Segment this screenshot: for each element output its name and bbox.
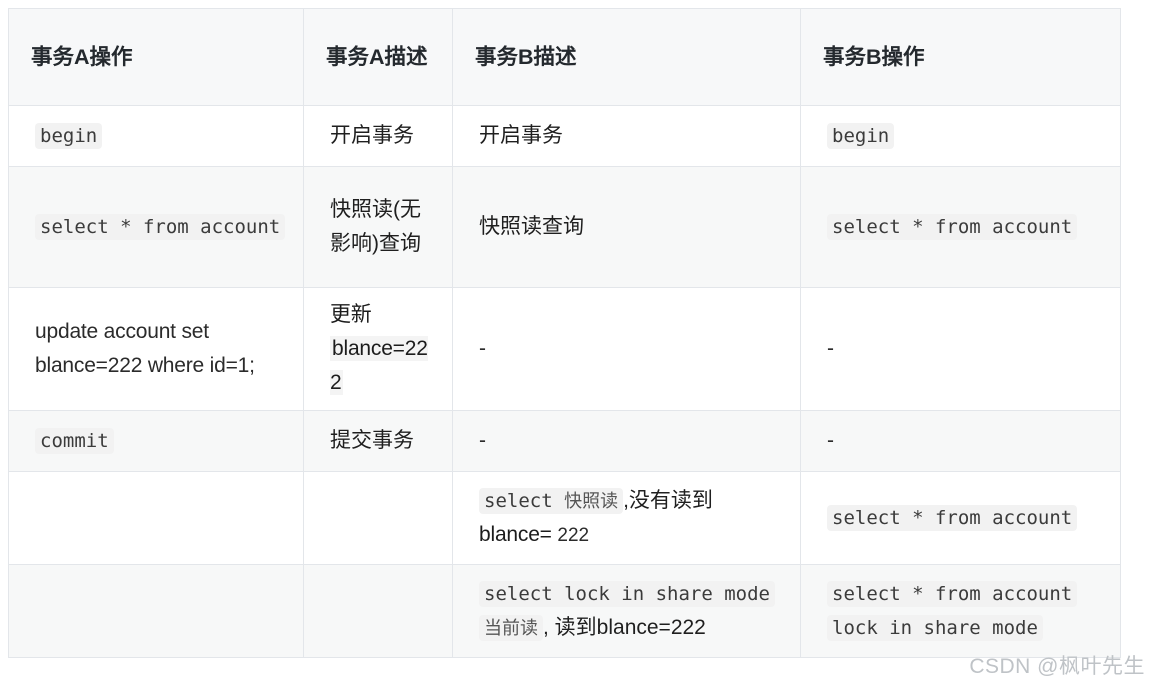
- cell-b-operation: select * from account lock in share mode: [800, 564, 1121, 659]
- cell-b-description: 开启事务: [452, 105, 801, 167]
- text-a-desc-line1: 更新: [330, 303, 372, 326]
- cell-a-operation: commit: [8, 410, 304, 473]
- text-b-desc-tail: ,没有读到: [623, 488, 713, 512]
- cell-a-operation: select * from account: [8, 166, 304, 288]
- code-lock-statement: select lock in share mode: [484, 582, 770, 605]
- cell-a-description: 开启事务: [303, 105, 453, 167]
- cell-a-description: 更新 blance=222: [303, 286, 453, 412]
- text-b-desc-line2: blance= 222: [479, 518, 786, 552]
- header-row: 事务A操作 事务A描述 事务B描述 事务B操作: [8, 8, 1121, 106]
- column-header-transaction-b-operation: 事务B操作: [800, 8, 1121, 106]
- text-b-desc-tail: , 读到blance=222: [543, 616, 706, 640]
- cell-b-description: -: [452, 286, 801, 412]
- table-body: begin 开启事务 开启事务 begin select * from acco…: [8, 105, 1121, 659]
- text-a-desc-line2: blance=222: [330, 336, 428, 396]
- code-select-account-b: select * from account: [827, 504, 1078, 531]
- code-select-account-b: select * from account: [827, 580, 1078, 607]
- column-header-transaction-a-operation: 事务A操作: [8, 8, 304, 106]
- text-blance-label: blance=: [479, 523, 558, 547]
- table-header: 事务A操作 事务A描述 事务B描述 事务B操作: [8, 8, 1121, 106]
- transaction-comparison-table: 事务A操作 事务A描述 事务B描述 事务B操作 begin 开启事务 开启事务: [8, 8, 1121, 659]
- cell-b-description: -: [452, 410, 801, 473]
- table-row: select lock in share mode 当前读, 读到blance=2…: [8, 564, 1121, 659]
- table-row: update account set blance=222 where id=1…: [8, 286, 1121, 412]
- cell-b-operation: -: [800, 410, 1121, 473]
- column-header-transaction-a-description: 事务A描述: [303, 8, 453, 106]
- cell-b-description: select 快照读 ,没有读到 blance= 222: [452, 471, 801, 566]
- code-select-snapshot: select 快照读: [479, 487, 624, 514]
- code-snapshot-read-label: 快照读: [564, 490, 619, 512]
- table-row: begin 开启事务 开启事务 begin: [8, 105, 1121, 167]
- code-begin-b: begin: [827, 122, 895, 149]
- code-commit-a: commit: [35, 427, 114, 454]
- cell-a-description: 快照读(无影响)查询: [303, 166, 453, 288]
- text-a-desc: 快照读(无影响)查询: [330, 197, 421, 255]
- text-b-desc: 开启事务: [479, 123, 563, 147]
- code-lock-in-share-mode: lock in share mode: [827, 615, 1043, 642]
- cell-a-description: 提交事务: [303, 410, 453, 473]
- code-current-read-label: 当前读: [484, 618, 538, 640]
- text-b-op: -: [827, 429, 834, 453]
- text-blance-value: 222: [557, 525, 590, 547]
- b-op-line1-wrap: select * from account: [827, 577, 1106, 611]
- text-b-desc: -: [479, 429, 486, 453]
- table-row: select * from account 快照读(无影响)查询 快照读查询 s…: [8, 166, 1121, 288]
- table-row: commit 提交事务 - -: [8, 410, 1121, 473]
- cell-a-description: [303, 471, 453, 566]
- cell-a-description: [303, 564, 453, 659]
- cell-a-operation: update account set blance=222 where id=1…: [8, 286, 304, 412]
- code-select-account-a: select * from account: [35, 213, 286, 240]
- cell-b-description: select lock in share mode 当前读, 读到blance=2…: [452, 564, 801, 659]
- cell-b-description: 快照读查询: [452, 166, 801, 288]
- cell-a-operation: [8, 564, 304, 659]
- b-op-line2-wrap: lock in share mode: [827, 611, 1106, 645]
- cell-a-operation: begin: [8, 105, 304, 167]
- cell-b-operation: select * from account: [800, 166, 1121, 288]
- cell-b-operation: select * from account: [800, 471, 1121, 566]
- cell-b-operation: begin: [800, 105, 1121, 167]
- column-header-transaction-b-description: 事务B描述: [452, 8, 801, 106]
- text-a-desc: 提交事务: [330, 429, 414, 453]
- code-select-account-b: select * from account: [827, 213, 1078, 240]
- table-row: select 快照读 ,没有读到 blance= 222 select * fro…: [8, 471, 1121, 566]
- text-a-desc-line2-wrap: blance=222: [330, 332, 438, 400]
- text-b-desc: 快照读查询: [479, 214, 584, 238]
- text-b-desc: -: [479, 337, 486, 361]
- code-select-keyword: select: [484, 489, 565, 512]
- text-a-desc: 开启事务: [330, 123, 414, 147]
- cell-b-operation: -: [800, 286, 1121, 412]
- cell-a-operation: [8, 471, 304, 566]
- page-root: 事务A操作 事务A描述 事务B描述 事务B操作 begin 开启事务 开启事务: [0, 0, 1157, 684]
- text-b-op: -: [827, 337, 834, 361]
- code-begin-a: begin: [35, 122, 103, 149]
